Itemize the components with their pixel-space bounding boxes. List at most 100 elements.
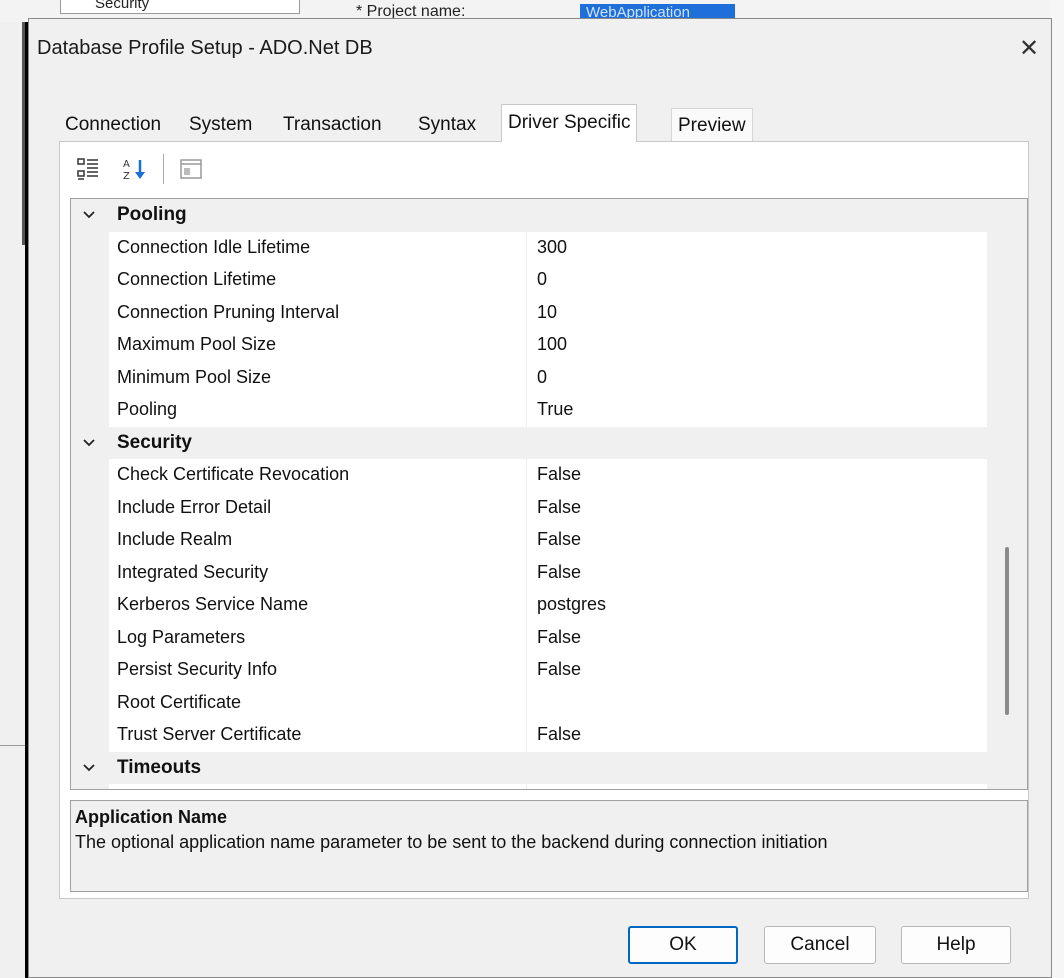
property-row[interactable]: Cancellation Timeout 2000 [71, 784, 987, 790]
scrollbar-thumb[interactable] [1005, 547, 1009, 715]
background-window-right-edge [1050, 0, 1064, 978]
property-row[interactable]: Minimum Pool Size 0 [71, 361, 987, 394]
tab-transaction[interactable]: Transaction [277, 108, 388, 142]
property-name: Connection Idle Lifetime [117, 236, 311, 257]
column-divider [526, 231, 527, 264]
category-label: Pooling [117, 204, 187, 225]
property-value[interactable]: 0 [537, 269, 547, 290]
property-value[interactable]: False [537, 464, 581, 485]
tab-driver-specific[interactable]: Driver Specific [501, 104, 638, 142]
chevron-down-icon[interactable] [79, 433, 99, 453]
row-margin [71, 589, 109, 622]
column-divider [526, 686, 527, 719]
property-value[interactable]: postgres [537, 594, 606, 615]
background-scrollbar [22, 0, 25, 245]
column-divider [526, 394, 527, 427]
property-name: Persist Security Info [117, 659, 278, 679]
column-divider [526, 296, 527, 329]
row-margin [71, 329, 109, 362]
property-value[interactable]: 300 [537, 237, 567, 258]
column-divider [526, 491, 527, 524]
property-row[interactable]: Kerberos Service Name postgres [71, 589, 987, 622]
chevron-down-icon[interactable] [79, 758, 99, 778]
property-value[interactable]: 100 [537, 334, 567, 355]
property-row[interactable]: Maximum Pool Size 100 [71, 329, 987, 362]
property-grid: Pooling Connection Idle Lifetime 300 Connec… [70, 198, 1028, 790]
property-grid-rows: Pooling Connection Idle Lifetime 300 Connec… [71, 199, 987, 789]
column-divider [526, 459, 527, 492]
toolbar-separator [163, 154, 164, 184]
tab-connection[interactable]: Connection [59, 108, 167, 142]
property-row[interactable]: Check Certificate Revocation False [71, 459, 987, 492]
property-name: Minimum Pool Size [117, 366, 272, 387]
sort-alphabetical-icon[interactable]: A Z [120, 154, 150, 184]
row-margin [71, 686, 109, 719]
property-row[interactable]: Include Error Detail False [71, 491, 987, 524]
row-margin [71, 361, 109, 394]
property-name: Connection Lifetime [117, 269, 277, 289]
tab-syntax[interactable]: Syntax [412, 108, 482, 142]
row-margin [71, 556, 109, 589]
dialog-title: Database Profile Setup - ADO.Net DB [37, 37, 373, 59]
row-margin [71, 491, 109, 524]
tab-system[interactable]: System [183, 108, 258, 142]
row-margin [71, 654, 109, 687]
property-value[interactable]: False [537, 724, 581, 745]
database-profile-dialog: Database Profile Setup - ADO.Net DB ✕ Co… [28, 18, 1052, 978]
ok-button[interactable]: OK [628, 926, 738, 964]
property-row[interactable]: Pooling True [71, 394, 987, 427]
property-row[interactable]: Include Realm False [71, 524, 987, 557]
property-row[interactable]: Connection Idle Lifetime 300 [71, 231, 987, 264]
property-name: Include Error Detail [117, 496, 272, 517]
categorized-view-icon[interactable] [74, 154, 104, 184]
cancel-button[interactable]: Cancel [764, 926, 876, 964]
property-name: Trust Server Certificate [117, 724, 302, 744]
category-row-security[interactable]: Security [71, 426, 987, 459]
property-value[interactable]: True [537, 399, 573, 420]
column-divider [526, 589, 527, 622]
property-value[interactable]: False [537, 497, 581, 518]
property-value[interactable]: 10 [537, 302, 557, 323]
background-tree-item: Security [60, 0, 300, 14]
property-value[interactable]: False [537, 562, 581, 583]
property-value[interactable]: False [537, 659, 581, 680]
column-divider [526, 329, 527, 362]
column-divider [526, 719, 527, 752]
column-divider [526, 784, 527, 789]
property-row[interactable]: Trust Server Certificate False [71, 719, 987, 752]
help-button[interactable]: Help [901, 926, 1011, 964]
property-grid-scrollbar[interactable] [987, 199, 1027, 789]
property-value[interactable]: False [537, 627, 581, 648]
property-row[interactable]: Root Certificate [71, 686, 987, 719]
row-margin [71, 719, 109, 752]
row-margin [71, 296, 109, 329]
chevron-down-icon[interactable] [79, 205, 99, 225]
row-margin [71, 459, 109, 492]
row-margin [71, 264, 109, 297]
property-pages-icon[interactable] [176, 154, 206, 184]
column-divider [526, 264, 527, 297]
property-grid-toolbar: A Z [60, 142, 1028, 198]
row-margin [71, 524, 109, 557]
column-divider [526, 556, 527, 589]
property-name: Integrated Security [117, 561, 269, 582]
property-value[interactable]: 0 [537, 367, 547, 388]
description-text: The optional application name parameter … [75, 832, 828, 852]
title-bar: Database Profile Setup - ADO.Net DB ✕ [29, 19, 1051, 77]
category-row-pooling[interactable]: Pooling [71, 199, 987, 232]
property-name: Cancellation Timeout [117, 789, 285, 790]
property-name: Log Parameters [117, 626, 246, 647]
property-description-panel: Application Name The optional applicatio… [70, 800, 1028, 892]
property-row[interactable]: Connection Lifetime 0 [71, 264, 987, 297]
property-row[interactable]: Persist Security Info False [71, 654, 987, 687]
category-label: Security [117, 431, 192, 453]
driver-specific-panel: A Z Pooling Connection Idle Lifetime 300 Co… [59, 141, 1029, 899]
property-row[interactable]: Integrated Security False [71, 556, 987, 589]
category-row-timeouts[interactable]: Timeouts [71, 751, 987, 784]
property-row[interactable]: Connection Pruning Interval 10 [71, 296, 987, 329]
tab-preview[interactable]: Preview [671, 108, 753, 142]
property-value[interactable]: 2000 [537, 789, 577, 790]
close-button[interactable]: ✕ [1009, 29, 1049, 69]
property-value[interactable]: False [537, 529, 581, 550]
property-row[interactable]: Log Parameters False [71, 621, 987, 654]
